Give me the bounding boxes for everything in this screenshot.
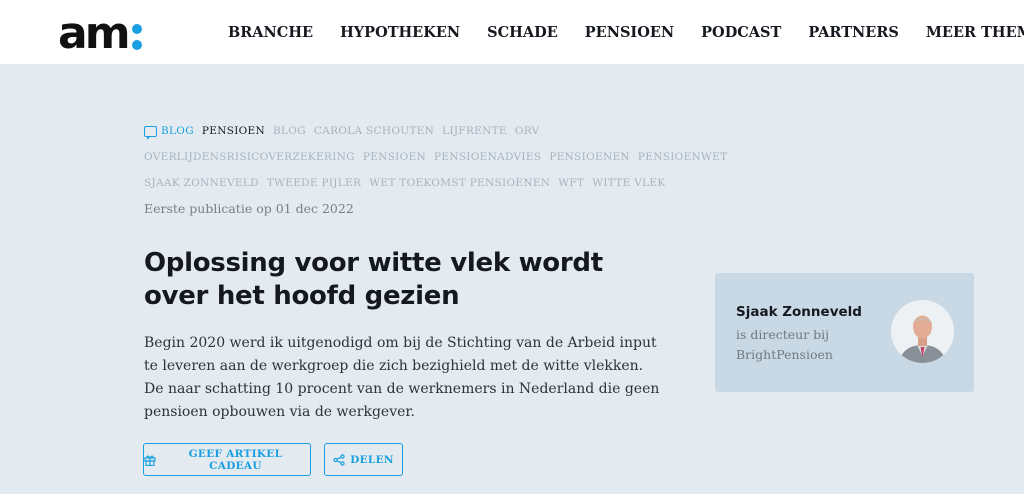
tag-link[interactable]: CAROLA SCHOUTEN — [314, 118, 434, 144]
tag-link[interactable]: WFT — [558, 170, 584, 196]
tag-link[interactable]: ORV — [515, 118, 540, 144]
site-logo[interactable]: am — [58, 8, 142, 59]
article-type-tag[interactable]: BLOG — [144, 118, 194, 144]
tag-link[interactable]: WITTE VLEK — [592, 170, 665, 196]
nav-item-branche[interactable]: BRANCHE — [228, 24, 313, 41]
article-tags: BLOG PENSIOEN BLOG CAROLA SCHOUTEN LIJFR… — [144, 118, 727, 196]
publication-date: Eerste publicatie op 01 dec 2022 — [144, 201, 354, 216]
tag-link[interactable]: PENSIOENWET — [638, 144, 727, 170]
nav-item-hypotheken[interactable]: HYPOTHEKEN — [340, 24, 460, 41]
tag-link[interactable]: WET TOEKOMST PENSIOENEN — [369, 170, 550, 196]
tag-link[interactable]: SJAAK ZONNEVELD — [144, 170, 259, 196]
logo-text: am — [58, 8, 131, 59]
author-name: Sjaak Zonneveld — [736, 304, 862, 320]
article-type-label: BLOG — [161, 125, 194, 137]
article-title: Oplossing voor witte vlek wordt over het… — [144, 248, 603, 311]
nav-item-meer-themas[interactable]: MEER THEMA'S... — [926, 24, 1024, 41]
site-header: am BRANCHE HYPOTHEKEN SCHADE PENSIOEN PO… — [0, 0, 1024, 64]
nav-item-schade[interactable]: SCHADE — [487, 24, 558, 41]
nav-item-podcast[interactable]: PODCAST — [701, 24, 781, 41]
tag-link[interactable]: TWEEDE PIJLER — [267, 170, 361, 196]
tag-link[interactable]: LIJFRENTE — [442, 118, 507, 144]
tag-link[interactable]: OVERLIJDENSRISICOVERZEKERING — [144, 144, 355, 170]
author-card[interactable]: Sjaak Zonneveld is directeur bij BrightP… — [715, 273, 974, 392]
tag-link[interactable]: PENSIOENADVIES — [434, 144, 541, 170]
main-nav: BRANCHE HYPOTHEKEN SCHADE PENSIOEN PODCA… — [228, 0, 1024, 64]
gift-icon — [144, 455, 156, 466]
tag-link[interactable]: PENSIOENEN — [549, 144, 630, 170]
tag-active-pensioen[interactable]: PENSIOEN — [202, 118, 265, 144]
gift-article-button[interactable]: GEEF ARTIKEL CADEAU — [143, 443, 311, 476]
tag-link[interactable]: PENSIOEN — [363, 144, 426, 170]
nav-item-pensioen[interactable]: PENSIOEN — [585, 24, 674, 41]
author-avatar — [891, 300, 954, 363]
comment-icon — [144, 125, 157, 140]
gift-button-label: GEEF ARTIKEL CADEAU — [188, 447, 283, 472]
share-button-label: DELEN — [350, 453, 394, 466]
logo-colon-icon — [131, 24, 142, 50]
author-role: is directeur bij BrightPensioen — [736, 327, 833, 362]
share-button[interactable]: DELEN — [324, 443, 403, 476]
tag-link[interactable]: BLOG — [273, 118, 306, 144]
nav-item-partners[interactable]: PARTNERS — [808, 24, 899, 41]
article-lead: Begin 2020 werd ik uitgenodigd om bij de… — [144, 335, 660, 420]
share-icon — [333, 453, 345, 466]
